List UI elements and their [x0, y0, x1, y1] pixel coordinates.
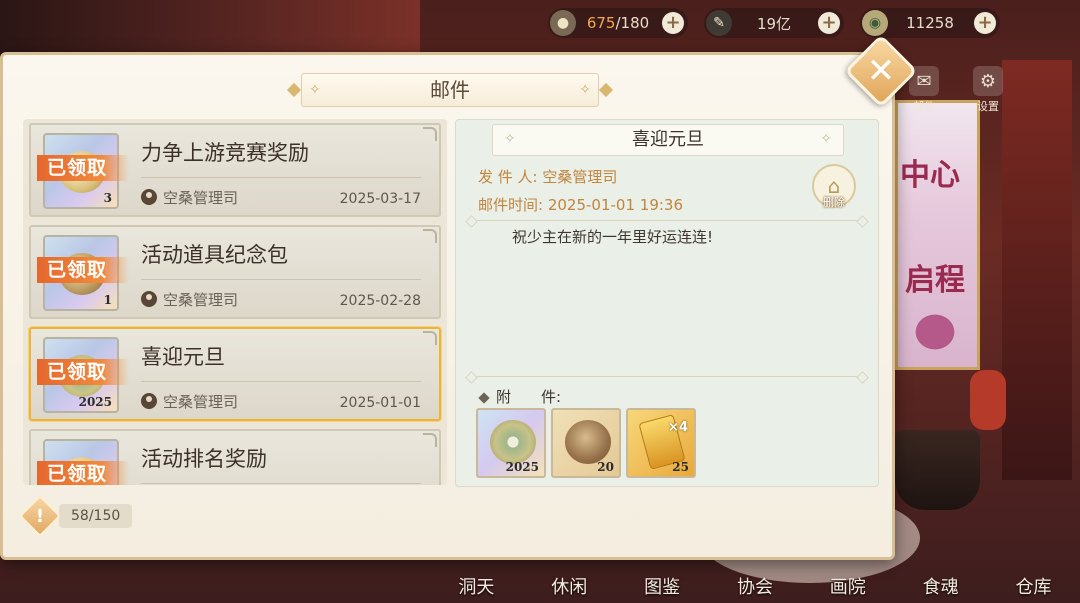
resource-bar: ● 675/180 + ✎ 19亿 + ◉ 11258 + [548, 8, 1000, 38]
add-quill-button[interactable]: + [818, 12, 840, 34]
detail-title: 喜迎元旦 [492, 124, 844, 156]
mail-nav-label: 邮件 [913, 100, 935, 113]
settings-nav-label: 设置 [977, 100, 999, 113]
item-count: 2025 [78, 395, 112, 409]
resource-coin: ◉ 11258 + [860, 8, 1000, 38]
mail-body: 祝少主在新的一年里好运连连! [512, 228, 714, 246]
bottom-nav-item-leisure[interactable]: 休闲 [534, 573, 604, 599]
quill-amount: 19亿 [756, 14, 792, 33]
gear-icon: ⚙ [973, 66, 1003, 96]
attachment-item[interactable]: 20 [551, 408, 621, 478]
divider [470, 220, 864, 221]
stamina-current: 675 [586, 14, 616, 32]
background-roof [0, 0, 420, 60]
poster-text: 启程 [905, 263, 965, 298]
detail-title-bar: 喜迎元旦 ✧ ✧ [492, 124, 844, 156]
top-nav: ✉ 邮件 ⚙ 设置 [902, 66, 1010, 114]
dialog-title: 邮件 [301, 73, 599, 107]
item-count: 3 [103, 191, 112, 205]
mail-title: 力争上游竞赛奖励 [141, 141, 309, 165]
dialog-title-bar: 邮件 ✧ ✧ [285, 73, 615, 107]
add-stamina-button[interactable]: + [662, 12, 684, 34]
bottom-nav-item-warehouse[interactable]: 仓库 [998, 573, 1068, 599]
lantern-decoration [970, 370, 1006, 430]
bottom-nav: 洞天 休闲 图鉴 协会 画院 食魂 仓库 [430, 553, 1080, 603]
settings-nav-button[interactable]: ⚙ 设置 [966, 66, 1010, 114]
sparkle-icon: ✧ [579, 82, 591, 98]
time-label: 邮件时间: [478, 196, 544, 214]
attachment-count: 20 [597, 460, 614, 474]
attachments-label: 附 件: [478, 386, 561, 407]
mail-count-value: 58/150 [59, 504, 133, 528]
add-coin-button[interactable]: + [974, 12, 996, 34]
bottom-nav-item-codex[interactable]: 图鉴 [627, 573, 697, 599]
bottom-nav-item-gallery[interactable]: 画院 [813, 573, 883, 599]
attachments: 2025 20 ×4 25 [476, 408, 696, 478]
mail-detail-panel: 喜迎元旦 ✧ ✧ 发 件 人: 空桑管理司 邮件时间: 2025-01-01 1… [455, 119, 879, 487]
mail-count: ! 58/150 [18, 494, 133, 538]
delete-button[interactable]: ⌂ 删除 [812, 164, 856, 212]
mail-date: 2025-02-28 [339, 293, 421, 309]
jade-ring-icon [490, 420, 536, 464]
bottom-nav-item-association[interactable]: 协会 [720, 573, 790, 599]
coin-icon: ◉ [862, 10, 888, 36]
sender-value: 空桑管理司 [542, 168, 618, 186]
diamond-bullet-icon [478, 391, 490, 404]
claimed-badge: 已领取 [37, 461, 129, 485]
basket-decoration [895, 430, 980, 510]
detail-time-row: 邮件时间: 2025-01-01 19:36 [478, 194, 683, 215]
attachment-count: 2025 [505, 460, 539, 474]
attachment-item[interactable]: 2025 [476, 408, 546, 478]
delete-label: 删除 [823, 196, 845, 209]
mail-sender: 空桑管理司 [163, 291, 239, 309]
bottom-nav-item-food-soul[interactable]: 食魂 [906, 573, 976, 599]
detail-sender-row: 发 件 人: 空桑管理司 [478, 166, 617, 187]
horse-decoration [905, 305, 965, 350]
mail-date: 2025-03-17 [339, 191, 421, 207]
mail-date: 2025-01-01 [339, 395, 421, 411]
claimed-badge: 已领取 [37, 359, 129, 385]
close-icon: ✕ [866, 51, 896, 91]
background-pillar [1002, 60, 1072, 480]
claimed-badge: 已领取 [37, 155, 129, 181]
bottom-nav-item-dongtian[interactable]: 洞天 [441, 573, 511, 599]
stamina-icon: ● [550, 10, 576, 36]
claimed-badge: 已领取 [37, 257, 129, 283]
sparkle-icon: ✧ [309, 82, 321, 98]
sender-icon [141, 393, 157, 409]
sender-label: 发 件 人: [478, 168, 538, 186]
sender-icon [141, 291, 157, 307]
mail-list-item[interactable]: 3 已领取 力争上游竞赛奖励 空桑管理司 2025-03-17 [29, 123, 441, 217]
cloth-bag-icon [565, 420, 611, 464]
attachment-item[interactable]: ×4 25 [626, 408, 696, 478]
mail-list-item-selected[interactable]: 2025 已领取 喜迎元旦 空桑管理司 2025-01-01 [29, 327, 441, 421]
resource-quill: ✎ 19亿 + [704, 8, 844, 38]
mail-list-item[interactable]: 已领取 活动排名奖励 [29, 429, 441, 485]
mail-title: 活动排名奖励 [141, 447, 267, 471]
attachment-multiplier: ×4 [668, 420, 688, 435]
mail-dialog: 邮件 ✧ ✧ 3 已领取 力争上游竞赛奖励 空桑管理司 2025-03-17 1… [0, 52, 895, 560]
mail-title: 喜迎元旦 [141, 345, 225, 369]
divider [470, 376, 864, 377]
coin-amount: 11258 [906, 14, 954, 32]
sparkle-icon: ✧ [820, 131, 832, 147]
sparkle-icon: ✧ [504, 131, 516, 147]
warning-icon: ! [18, 494, 62, 538]
mail-sender: 空桑管理司 [163, 189, 239, 207]
quill-icon: ✎ [706, 10, 732, 36]
mail-list[interactable]: 3 已领取 力争上游竞赛奖励 空桑管理司 2025-03-17 1 已领取 活动… [23, 119, 447, 485]
item-count: 1 [103, 293, 112, 307]
sender-icon [141, 189, 157, 205]
resource-stamina: ● 675/180 + [548, 8, 688, 38]
mail-title: 活动道具纪念包 [141, 243, 288, 267]
time-value: 2025-01-01 19:36 [547, 196, 684, 214]
mail-sender: 空桑管理司 [163, 393, 239, 411]
stamina-max: /180 [615, 14, 650, 32]
mail-list-item[interactable]: 1 已领取 活动道具纪念包 空桑管理司 2025-02-28 [29, 225, 441, 319]
attachment-count: 25 [672, 460, 689, 474]
poster-text: 中心 [900, 158, 960, 193]
